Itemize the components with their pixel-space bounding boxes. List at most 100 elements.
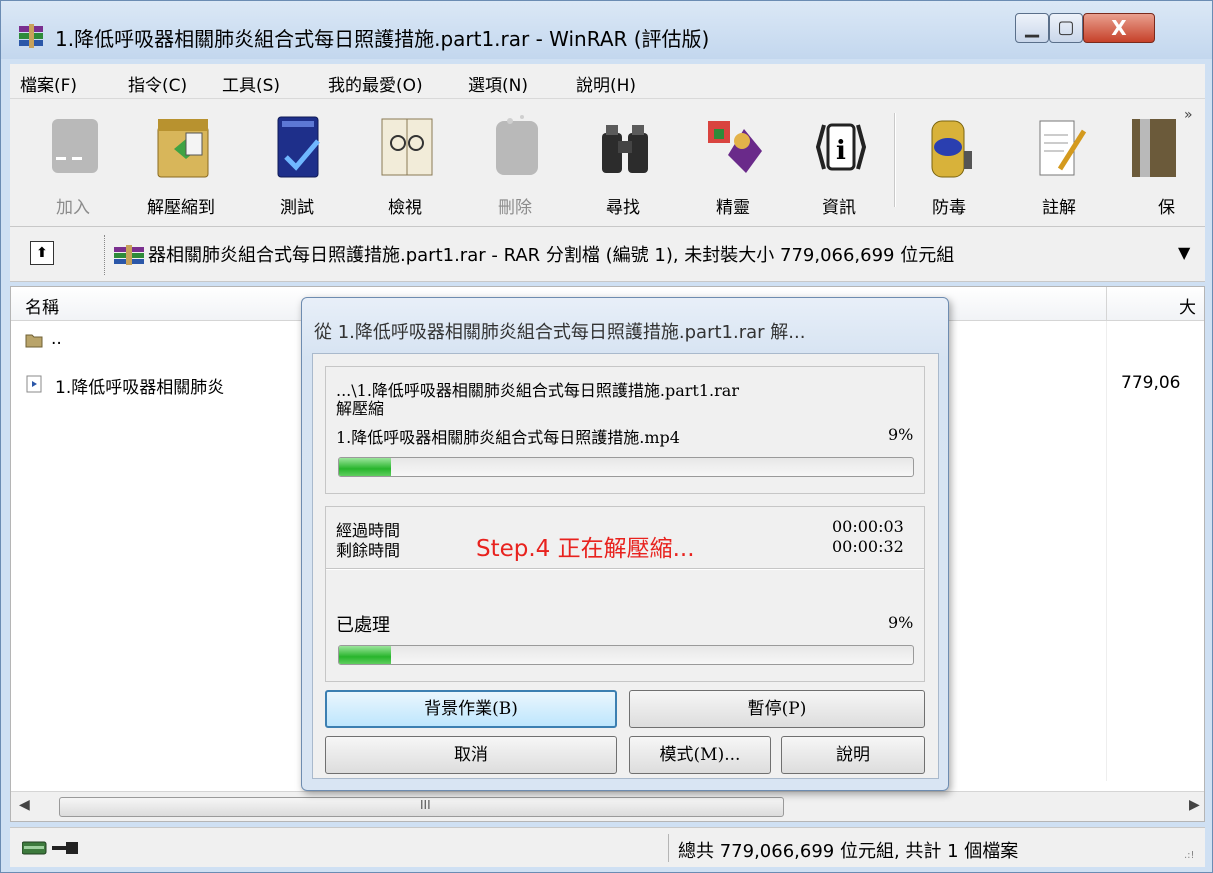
toolbar-virus-scan-label: 防毒 [932, 198, 966, 218]
toolbar-info-button[interactable]: i 資訊 [796, 107, 882, 219]
toolbar-comment-label: 註解 [1042, 198, 1076, 218]
menu-tools[interactable]: 工具(S) [222, 71, 280, 96]
toolbar-protect-label: 保 [1158, 198, 1175, 218]
elapsed-time-value: 00:00:03 [832, 517, 904, 536]
find-icon [602, 125, 648, 173]
toolbar: 加入 解壓縮到 測試 檢視 刪除 尋找 精靈 i 資訊 防毒 註解 保 » [10, 99, 1205, 227]
file-row-name: .. [51, 329, 62, 349]
menu-commands[interactable]: 指令(C) [128, 71, 187, 96]
resize-grip-icon[interactable]: .:! [1184, 850, 1195, 861]
toolbar-separator [894, 113, 896, 207]
mode-button[interactable]: 模式(M)... [629, 736, 771, 774]
up-folder-button[interactable]: ⬆ [30, 241, 54, 265]
time-progress-group: 經過時間 00:00:03 剩餘時間 00:00:32 Step.4 正在解壓縮… [325, 506, 925, 682]
maximize-button[interactable]: ▢ [1049, 13, 1083, 43]
status-divider [668, 834, 669, 862]
help-button[interactable]: 說明 [781, 736, 925, 774]
wizard-icon [708, 121, 762, 173]
background-button[interactable]: 背景作業(B) [325, 690, 617, 728]
toolbar-virus-scan-button[interactable]: 防毒 [906, 107, 992, 219]
toolbar-overflow-chevron-icon[interactable]: » [1184, 107, 1193, 123]
horizontal-scrollbar[interactable]: ◀ III ▶ [11, 791, 1204, 821]
close-icon: X [1111, 16, 1127, 40]
column-size-header[interactable]: 大 [1179, 293, 1196, 318]
toolbar-wizard-button[interactable]: 精靈 [690, 107, 776, 219]
window-title: 1.降低呼吸器相關肺炎組合式每日照護措施.part1.rar - WinRAR … [55, 27, 710, 51]
close-button[interactable]: X [1083, 13, 1155, 43]
test-icon [277, 116, 320, 178]
video-file-icon [26, 375, 42, 393]
toolbar-add-label: 加入 [56, 198, 90, 218]
info-icon: i [815, 123, 867, 171]
current-file-name: 1.降低呼吸器相關肺炎組合式每日照護措施.mp4 [336, 428, 680, 447]
winrar-app-icon [19, 24, 43, 48]
status-summary: 總共 779,066,699 位元組, 共計 1 個檔案 [678, 841, 1019, 862]
minimize-button[interactable]: ▁ [1015, 13, 1049, 43]
scroll-right-icon[interactable]: ▶ [1189, 797, 1200, 813]
title-bar[interactable]: 1.降低呼吸器相關肺炎組合式每日照護措施.part1.rar - WinRAR … [1, 1, 1212, 59]
toolbar-delete-label: 刪除 [498, 198, 532, 218]
toolbar-view-button[interactable]: 檢視 [362, 107, 448, 219]
comment-icon [1039, 120, 1087, 176]
drive-key-icon [22, 841, 78, 855]
cancel-button[interactable]: 取消 [325, 736, 617, 774]
dialog-body: ...\1.降低呼吸器相關肺炎組合式每日照護措施.part1.rar 解壓縮 1… [312, 353, 939, 779]
total-progress-fill [339, 646, 391, 664]
add-archive-icon [52, 119, 98, 173]
status-bar: 總共 779,066,699 位元組, 共計 1 個檔案 .:! [10, 827, 1205, 867]
folder-up-icon [25, 334, 43, 348]
step-annotation: Step.4 正在解壓縮... [476, 536, 695, 562]
file-row-name: 1.降低呼吸器相關肺炎 [55, 378, 225, 398]
total-progress-bar [338, 645, 914, 665]
scroll-left-icon[interactable]: ◀ [19, 797, 30, 813]
toolbar-view-label: 檢視 [388, 198, 422, 218]
toolbar-protect-button[interactable]: 保 [1118, 107, 1198, 219]
processed-label: 已處理 [336, 615, 390, 636]
menu-file[interactable]: 檔案(F) [20, 71, 77, 96]
address-separator [104, 235, 106, 275]
file-progress-group: ...\1.降低呼吸器相關肺炎組合式每日照護措施.part1.rar 解壓縮 1… [325, 366, 925, 494]
address-dropdown-icon[interactable]: ▼ [1178, 243, 1190, 262]
svg-text:i: i [836, 136, 846, 166]
rar-archive-icon [114, 245, 144, 265]
column-divider[interactable] [1106, 287, 1107, 321]
action-label: 解壓縮 [336, 399, 385, 418]
toolbar-comment-button[interactable]: 註解 [1016, 107, 1102, 219]
toolbar-test-label: 測試 [280, 198, 314, 218]
menu-options[interactable]: 選項(N) [468, 71, 528, 96]
protect-icon [1132, 119, 1176, 177]
group-divider [326, 568, 924, 570]
toolbar-extract-to-label: 解壓縮到 [147, 198, 215, 218]
toolbar-find-label: 尋找 [606, 198, 640, 218]
file-progress-fill [339, 458, 391, 476]
file-row-size: 779,06 [1121, 373, 1181, 393]
delete-icon [496, 115, 538, 175]
remaining-time-label: 剩餘時間 [336, 541, 401, 560]
scroll-thumb[interactable]: III [59, 797, 784, 817]
toolbar-test-button[interactable]: 測試 [254, 107, 340, 219]
menu-favorites[interactable]: 我的最愛(O) [328, 71, 423, 96]
toolbar-add-button[interactable]: 加入 [30, 107, 116, 219]
address-bar: ⬆ 器相關肺炎組合式每日照護措施.part1.rar - RAR 分割檔 (編號… [10, 227, 1205, 282]
file-percent: 9% [888, 425, 914, 444]
virus-scan-icon [931, 120, 972, 178]
winrar-window: 1.降低呼吸器相關肺炎組合式每日照護措施.part1.rar - WinRAR … [0, 0, 1213, 873]
minimize-icon: ▁ [1025, 17, 1039, 38]
extract-to-icon [157, 119, 209, 178]
processed-percent: 9% [888, 613, 914, 632]
pause-button[interactable]: 暫停(P) [629, 690, 925, 728]
maximize-icon: ▢ [1057, 17, 1075, 38]
extract-progress-dialog: 從 1.降低呼吸器相關肺炎組合式每日照護措施.part1.rar 解... ..… [301, 297, 949, 791]
archive-path-label: ...\1.降低呼吸器相關肺炎組合式每日照護措施.part1.rar [336, 381, 739, 400]
view-icon [381, 118, 433, 176]
toolbar-find-button[interactable]: 尋找 [580, 107, 666, 219]
file-progress-bar [338, 457, 914, 477]
column-name-header[interactable]: 名稱 [25, 293, 59, 318]
up-arrow-icon: ⬆ [36, 245, 48, 261]
toolbar-extract-to-button[interactable]: 解壓縮到 [138, 107, 224, 219]
dialog-title[interactable]: 從 1.降低呼吸器相關肺炎組合式每日照護措施.part1.rar 解... [314, 318, 805, 344]
menu-help[interactable]: 說明(H) [576, 71, 636, 96]
toolbar-delete-button[interactable]: 刪除 [472, 107, 558, 219]
archive-path-text[interactable]: 器相關肺炎組合式每日照護措施.part1.rar - RAR 分割檔 (編號 1… [148, 241, 954, 267]
remaining-time-value: 00:00:32 [832, 537, 904, 556]
